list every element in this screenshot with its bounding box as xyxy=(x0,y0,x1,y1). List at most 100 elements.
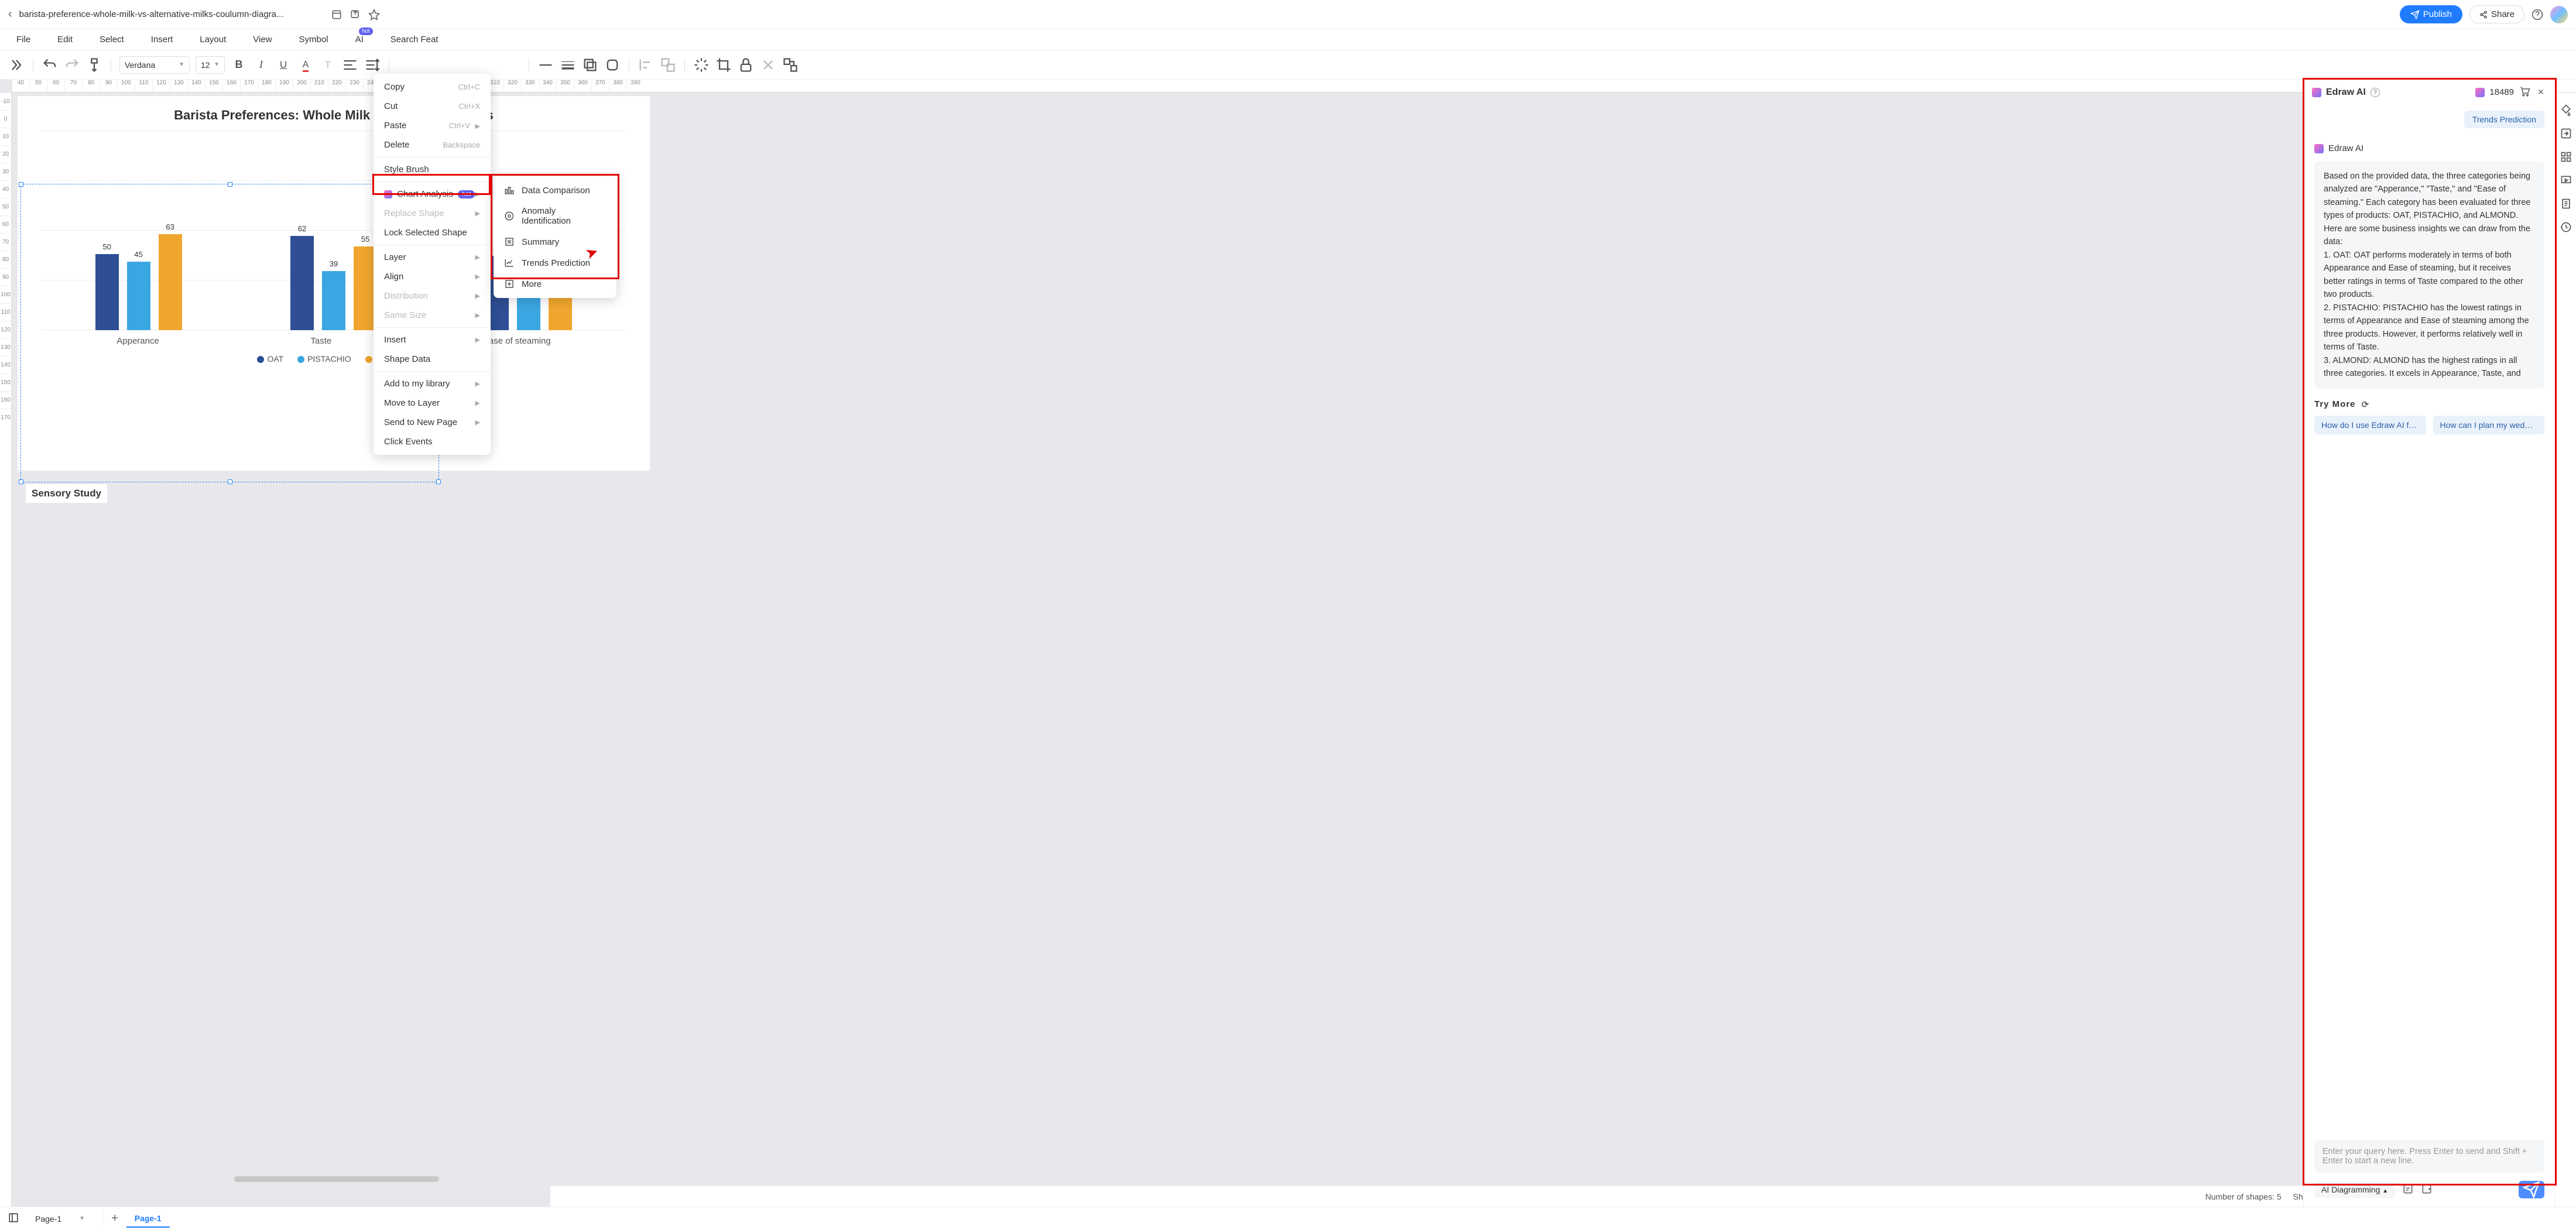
ai-logo-icon xyxy=(2312,88,2321,97)
context-menu: CopyCtrl+C CutCtrl+X PasteCtrl+V ▶ Delet… xyxy=(374,74,491,455)
ctx-click-events[interactable]: Click Events xyxy=(374,432,491,451)
expand-icon[interactable] xyxy=(8,57,25,73)
ai-credits-icon xyxy=(2475,88,2485,97)
align-left-icon[interactable] xyxy=(342,57,358,73)
refresh-icon[interactable]: ⟳ xyxy=(2362,399,2370,410)
ctx-chart-analysis[interactable]: Chart Analysishot ▶ xyxy=(374,184,491,204)
text-effects-icon[interactable]: T xyxy=(320,57,336,73)
ai-diagramming-button[interactable]: AI Diagramming ▲ xyxy=(2314,1181,2395,1198)
group-icon[interactable] xyxy=(660,57,676,73)
crop-icon[interactable] xyxy=(715,57,732,73)
ctx-lock-selected[interactable]: Lock Selected Shape xyxy=(374,223,491,242)
user-avatar[interactable] xyxy=(2550,6,2568,23)
page-tool-icon[interactable] xyxy=(2560,198,2572,210)
help-icon[interactable] xyxy=(2532,9,2543,20)
star-icon[interactable] xyxy=(368,9,380,20)
ctx-shape-data[interactable]: Shape Data xyxy=(374,350,491,369)
attachment-icon[interactable] xyxy=(2402,1183,2414,1197)
back-icon[interactable]: ‹ xyxy=(8,8,12,21)
ctx-replace-shape: Replace Shape▶ xyxy=(374,204,491,223)
suggestion-1[interactable]: How do I use Edraw AI fo... xyxy=(2314,416,2426,434)
line-style-icon[interactable] xyxy=(537,57,554,73)
try-more-label: Try More⟳ xyxy=(2314,399,2544,410)
ai-sparkle-icon[interactable] xyxy=(693,57,710,73)
chart-analysis-submenu: Data Comparison Anomaly Identification S… xyxy=(494,176,616,298)
font-size-select[interactable]: 12▼ xyxy=(196,56,225,74)
template-icon[interactable] xyxy=(2421,1183,2433,1197)
bar-almond-0: 63 xyxy=(159,234,182,330)
bar-oat-1: 62 xyxy=(290,236,314,330)
format-painter-icon[interactable] xyxy=(86,57,102,73)
ctx-align[interactable]: Align▶ xyxy=(374,267,491,286)
ctx-cut[interactable]: CutCtrl+X xyxy=(374,97,491,116)
bar-oat-0: 50 xyxy=(95,254,119,330)
ctx-distribution: Distribution▶ xyxy=(374,286,491,306)
export-tool-icon[interactable] xyxy=(2560,128,2572,139)
page-tabs: Page-1▼ + Page-1 xyxy=(0,1207,2576,1230)
bold-icon[interactable]: B xyxy=(231,57,247,73)
radius-icon[interactable] xyxy=(604,57,621,73)
menu-ai[interactable]: AIhot xyxy=(355,35,364,44)
menu-select[interactable]: Select xyxy=(100,35,124,44)
sub-data-comparison[interactable]: Data Comparison xyxy=(494,180,616,201)
redo-icon[interactable] xyxy=(64,57,80,73)
publish-button[interactable]: Publish xyxy=(2400,5,2462,23)
suggestion-2[interactable]: How can I plan my weddi... xyxy=(2433,416,2545,434)
ctx-move-layer[interactable]: Move to Layer▶ xyxy=(374,393,491,413)
ctx-copy[interactable]: CopyCtrl+C xyxy=(374,77,491,97)
menu-search[interactable]: Search Feat xyxy=(390,35,439,44)
ctx-send-new-page[interactable]: Send to New Page▶ xyxy=(374,413,491,432)
menu-layout[interactable]: Layout xyxy=(200,35,226,44)
page-dropdown[interactable]: Page-1▼ xyxy=(27,1211,103,1227)
lock-icon[interactable] xyxy=(738,57,754,73)
menu-file[interactable]: File xyxy=(16,35,30,44)
file-name[interactable]: barista-preference-whole-milk-vs-alterna… xyxy=(19,9,324,19)
ctx-insert[interactable]: Insert▶ xyxy=(374,330,491,350)
add-page-button[interactable]: + xyxy=(111,1212,118,1225)
close-icon[interactable]: ✕ xyxy=(2535,87,2547,97)
line-weight-icon[interactable] xyxy=(560,57,576,73)
ctx-add-library[interactable]: Add to my library▶ xyxy=(374,374,491,393)
horizontal-scrollbar[interactable] xyxy=(35,1176,457,1183)
undo-icon[interactable] xyxy=(42,57,58,73)
shadow-icon[interactable] xyxy=(582,57,598,73)
align-objects-icon[interactable] xyxy=(638,57,654,73)
share-button[interactable]: Share xyxy=(2469,5,2524,23)
fill-tool-icon[interactable] xyxy=(2560,104,2572,116)
ctx-paste[interactable]: PasteCtrl+V ▶ xyxy=(374,116,491,135)
title-bar: ‹ barista-preference-whole-milk-vs-alter… xyxy=(0,0,2576,29)
ai-input[interactable]: Enter your query here. Press Enter to se… xyxy=(2314,1140,2544,1173)
menu-edit[interactable]: Edit xyxy=(57,35,73,44)
status-num-shapes: Number of shapes: 5 xyxy=(2205,1192,2282,1201)
ai-help-icon[interactable]: ? xyxy=(2371,88,2380,97)
italic-icon[interactable]: I xyxy=(253,57,269,73)
tools-icon[interactable] xyxy=(760,57,776,73)
right-tool-strip xyxy=(2555,92,2576,1207)
study-label: Sensory Study xyxy=(26,484,107,503)
menu-view[interactable]: View xyxy=(253,35,272,44)
ctx-delete[interactable]: DeleteBackspace xyxy=(374,135,491,155)
external-link-icon[interactable] xyxy=(350,9,361,20)
line-spacing-icon[interactable] xyxy=(364,57,381,73)
menu-symbol[interactable]: Symbol xyxy=(299,35,328,44)
sub-summary[interactable]: Summary xyxy=(494,231,616,252)
cart-icon[interactable] xyxy=(2519,85,2530,99)
font-color-icon[interactable]: A xyxy=(297,57,314,73)
grid-tool-icon[interactable] xyxy=(2560,151,2572,163)
sub-more[interactable]: More xyxy=(494,273,616,294)
menu-insert[interactable]: Insert xyxy=(151,35,173,44)
page-tab-1[interactable]: Page-1 xyxy=(126,1210,170,1228)
open-window-icon[interactable] xyxy=(331,9,342,20)
combine-icon[interactable] xyxy=(782,57,799,73)
history-tool-icon[interactable] xyxy=(2560,221,2572,233)
present-tool-icon[interactable] xyxy=(2560,174,2572,186)
status-bar: Number of shapes: 5 Shape ID: 185 Focus … xyxy=(550,1186,2576,1207)
font-select[interactable]: Verdana▼ xyxy=(119,56,190,74)
sub-anomaly[interactable]: Anomaly Identification xyxy=(494,201,616,231)
ctx-style-brush[interactable]: Style Brush xyxy=(374,160,491,179)
send-button[interactable] xyxy=(2519,1181,2544,1198)
page-panel-icon[interactable] xyxy=(8,1212,19,1225)
ai-response-text: Based on the provided data, the three ca… xyxy=(2314,162,2544,389)
underline-icon[interactable]: U xyxy=(275,57,292,73)
ctx-layer[interactable]: Layer▶ xyxy=(374,248,491,267)
